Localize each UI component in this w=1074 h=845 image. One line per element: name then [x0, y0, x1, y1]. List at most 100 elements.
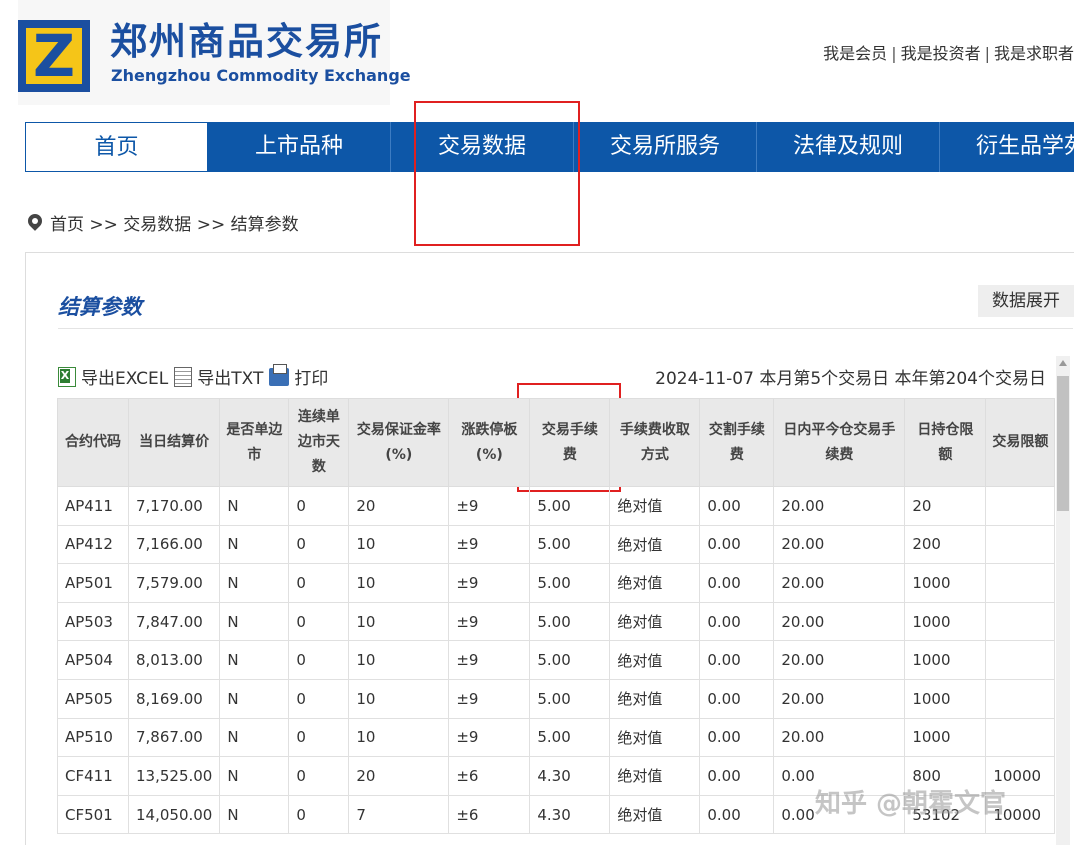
top-links: 我是会员 | 我是投资者 | 我是求职者: [823, 44, 1074, 63]
export-excel-button[interactable]: 导出EXCEL: [58, 364, 168, 389]
table-cell: ±6: [448, 794, 531, 835]
scrollbar-thumb[interactable]: [1057, 376, 1069, 511]
table-cell: 绝对值: [609, 486, 701, 526]
table-cell: 0: [288, 640, 350, 680]
table-cell: 5.00: [529, 717, 611, 758]
table-cell: 10: [348, 601, 450, 642]
nav-rules[interactable]: 法律及规则: [757, 122, 940, 172]
table-row: AP503 7,847.00 N 0 10 ±9 5.00 绝对值 0.00 20.00 1000: [57, 601, 1056, 642]
location-pin-icon: [28, 214, 42, 232]
table-cell: 0: [288, 563, 350, 603]
table-cell: 5.00: [529, 601, 611, 642]
table-cell: ±9: [448, 601, 531, 642]
scroll-up-arrow-icon[interactable]: [1059, 360, 1067, 366]
table-cell: 5.00: [529, 563, 611, 603]
table-cell: 1000: [904, 640, 987, 680]
print-button[interactable]: 打印: [269, 363, 328, 389]
expand-data-button[interactable]: 数据展开: [978, 285, 1074, 317]
column-header: 交易手续费: [529, 398, 611, 487]
logo-mark-icon: Z: [18, 20, 90, 92]
table-header-row: 合约代码 当日结算价 是否单边市 连续单边市天数 交易保证金率(%) 涨跌停板(…: [57, 398, 1056, 487]
table-cell: 绝对值: [609, 640, 701, 680]
table-cell: N: [219, 640, 290, 680]
column-header: 日内平今仓交易手续费: [773, 398, 906, 487]
table-cell: 20.00: [773, 524, 906, 565]
table-cell: AP411: [57, 486, 129, 526]
table-cell: 7,867.00: [127, 717, 221, 758]
table-cell: 10: [348, 717, 450, 758]
table-cell: [985, 601, 1056, 642]
table-cell: AP503: [57, 601, 129, 642]
breadcrumb: 首页 >> 交易数据 >> 结算参数: [28, 210, 299, 235]
printer-icon: [269, 363, 290, 386]
table-cell: ±9: [448, 717, 531, 758]
table-cell: 5.00: [529, 678, 611, 719]
table-cell: 0: [288, 794, 350, 835]
page-title: 结算参数: [58, 295, 142, 319]
column-header: 交割手续费: [699, 398, 775, 487]
table-cell: CF501: [57, 794, 129, 835]
table-cell: [985, 486, 1056, 526]
table-cell: ±6: [448, 756, 531, 796]
export-txt-button[interactable]: 导出TXT: [174, 364, 263, 389]
txt-file-icon: [174, 366, 193, 387]
table-cell: 20: [348, 486, 450, 526]
table-cell: 200: [904, 524, 987, 565]
table-cell: 20: [904, 486, 987, 526]
table-cell: ±9: [448, 640, 531, 680]
table-cell: 5.00: [529, 486, 611, 526]
logo[interactable]: Z 郑州商品交易所 Zhengzhou Commodity Exchange: [18, 0, 411, 105]
table-row: AP504 8,013.00 N 0 10 ±9 5.00 绝对值 0.00 20.00 1000: [57, 640, 1056, 680]
table-cell: 20.00: [773, 640, 906, 680]
breadcrumb-text[interactable]: 首页 >> 交易数据 >> 结算参数: [50, 210, 299, 235]
table-cell: AP504: [57, 640, 129, 680]
table-cell: [985, 678, 1056, 719]
column-header: 涨跌停板(%): [448, 398, 531, 487]
link-jobseeker[interactable]: 我是求职者: [994, 44, 1074, 63]
table-cell: 7,166.00: [127, 524, 221, 565]
table-cell: 10: [348, 640, 450, 680]
table-cell: 0: [288, 756, 350, 796]
table-cell: 5.00: [529, 640, 611, 680]
settlement-table: 合约代码 当日结算价 是否单边市 连续单边市天数 交易保证金率(%) 涨跌停板(…: [57, 398, 1056, 835]
table-cell: [985, 717, 1056, 758]
table-cell: N: [219, 717, 290, 758]
table-cell: 绝对值: [609, 601, 701, 642]
table-cell: 0.00: [699, 717, 775, 758]
table-cell: 0.00: [699, 640, 775, 680]
excel-icon: [58, 366, 76, 387]
table-cell: 0: [288, 524, 350, 565]
table-cell: 14,050.00: [127, 794, 221, 835]
table-cell: 绝对值: [609, 794, 701, 835]
table-cell: ±9: [448, 563, 531, 603]
watermark: 知乎 @朝霍文官: [815, 789, 1007, 819]
table-cell: AP510: [57, 717, 129, 758]
table-cell: 0.00: [699, 756, 775, 796]
table-cell: 0: [288, 717, 350, 758]
table-cell: 20.00: [773, 601, 906, 642]
table-row: AP412 7,166.00 N 0 10 ±9 5.00 绝对值 0.00 20.00 200: [57, 524, 1056, 565]
table-cell: N: [219, 486, 290, 526]
table-cell: ±9: [448, 524, 531, 565]
table-cell: 8,169.00: [127, 678, 221, 719]
nav-home[interactable]: 首页: [25, 122, 208, 172]
table-cell: 0: [288, 486, 350, 526]
table-cell: 绝对值: [609, 756, 701, 796]
table-cell: N: [219, 794, 290, 835]
table-cell: 7: [348, 794, 450, 835]
nav-services[interactable]: 交易所服务: [574, 122, 757, 172]
vertical-scrollbar[interactable]: [1056, 356, 1070, 845]
table-cell: ±9: [448, 486, 531, 526]
table-cell: 1000: [904, 678, 987, 719]
table-cell: 0.00: [699, 486, 775, 526]
link-investor[interactable]: 我是投资者: [901, 44, 981, 63]
nav-academy[interactable]: 衍生品学苑: [940, 122, 1074, 172]
table-cell: [985, 524, 1056, 565]
link-member[interactable]: 我是会员: [823, 44, 887, 63]
column-header: 当日结算价: [127, 398, 221, 487]
table-cell: 7,847.00: [127, 601, 221, 642]
table-cell: 绝对值: [609, 717, 701, 758]
nav-products[interactable]: 上市品种: [208, 122, 391, 172]
table-cell: 20.00: [773, 486, 906, 526]
table-cell: 4.30: [529, 794, 611, 835]
